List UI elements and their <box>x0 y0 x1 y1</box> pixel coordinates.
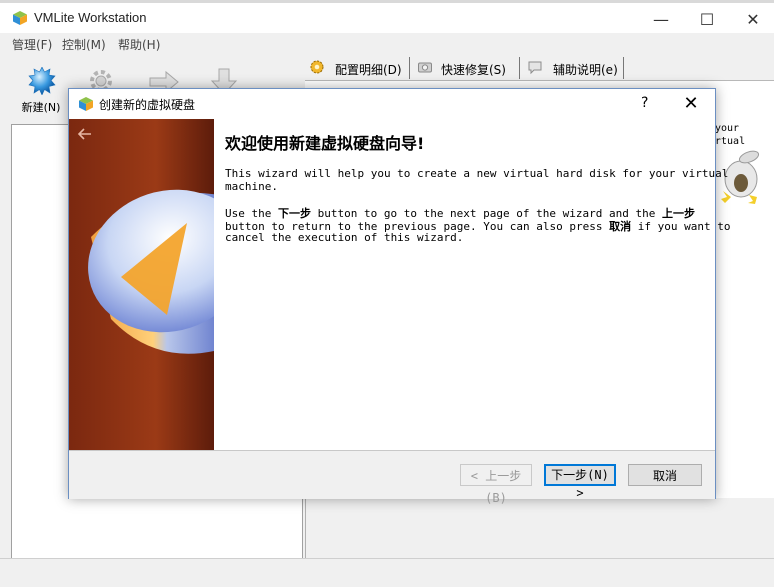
speech-bubble-icon <box>528 61 542 75</box>
close-button[interactable]: ✕ <box>730 6 774 34</box>
wizard-heading: 欢迎使用新建虚拟硬盘向导! <box>225 134 425 153</box>
tab-config-details[interactable]: 配置明细(D) <box>305 57 410 79</box>
dialog-button-bar: < 上一步(B) 下一步(N) > 取消 <box>69 450 715 505</box>
cancel-button[interactable]: 取消 <box>628 464 702 486</box>
camera-icon <box>418 62 432 73</box>
menu-control[interactable]: 控制(M) <box>62 36 106 53</box>
text-if-you-want: if you want to <box>631 220 731 233</box>
wizard-text-line-1: This wizard will help you to create a ne… <box>225 167 729 180</box>
menu-manage[interactable]: 管理(F) <box>12 36 52 53</box>
dialog-title-bar[interactable]: 创建新的虚拟硬盘 ? ✕ <box>69 89 715 119</box>
menu-bar: 管理(F) 控制(M) 帮助(H) <box>0 33 774 53</box>
detail-tabs: 配置明细(D) 快速修复(S) 辅助说明(e) <box>305 55 774 79</box>
new-starburst-icon <box>28 67 56 95</box>
dialog-title: 创建新的虚拟硬盘 <box>99 98 196 112</box>
app-logo-icon <box>13 11 27 25</box>
details-lower-pane <box>305 498 774 558</box>
create-virtual-disk-dialog: 创建新的虚拟硬盘 ? ✕ 欢迎使用新建虚拟硬盘向导! This wizard w… <box>68 88 730 505</box>
status-bar <box>0 558 774 587</box>
minimize-button[interactable]: — <box>638 6 684 34</box>
wizard-content: 欢迎使用新建虚拟硬盘向导! This wizard will help you … <box>214 119 730 450</box>
dialog-help-button[interactable]: ? <box>641 95 648 111</box>
tab-config-details-label: 配置明细(D) <box>335 63 402 77</box>
new-button-label: 新建(N) <box>21 101 61 114</box>
next-button[interactable]: 下一步(N) > <box>544 464 616 500</box>
back-button[interactable]: < 上一步(B) <box>460 464 532 505</box>
tab-help-notes-label: 辅助说明(e) <box>553 63 618 77</box>
tab-quick-repair-label: 快速修复(S) <box>441 63 506 77</box>
window-title: VMLite Workstation <box>34 10 147 25</box>
text-cancel: 取消 <box>609 220 632 233</box>
dialog-app-icon <box>79 97 93 111</box>
hard-disk-illustration <box>88 189 214 354</box>
tab-quick-repair[interactable]: 快速修复(S) <box>413 57 520 79</box>
title-bar[interactable]: VMLite Workstation — ☐ ✕ <box>0 3 774 33</box>
partial-text-rtual: rtual <box>715 136 746 147</box>
gear-icon <box>310 60 324 74</box>
menu-help[interactable]: 帮助(H) <box>118 36 160 53</box>
dialog-close-button[interactable]: ✕ <box>677 91 705 117</box>
wizard-text-line-2: machine. <box>225 180 278 193</box>
new-vm-button[interactable]: 新建(N) <box>16 65 66 117</box>
wizard-text-line-5: cancel the execution of this wizard. <box>225 231 464 244</box>
maximize-button[interactable]: ☐ <box>684 6 730 34</box>
tab-help-notes[interactable]: 辅助说明(e) <box>523 57 624 79</box>
wizard-banner-image <box>69 119 214 450</box>
partial-text-your: your <box>715 123 740 134</box>
